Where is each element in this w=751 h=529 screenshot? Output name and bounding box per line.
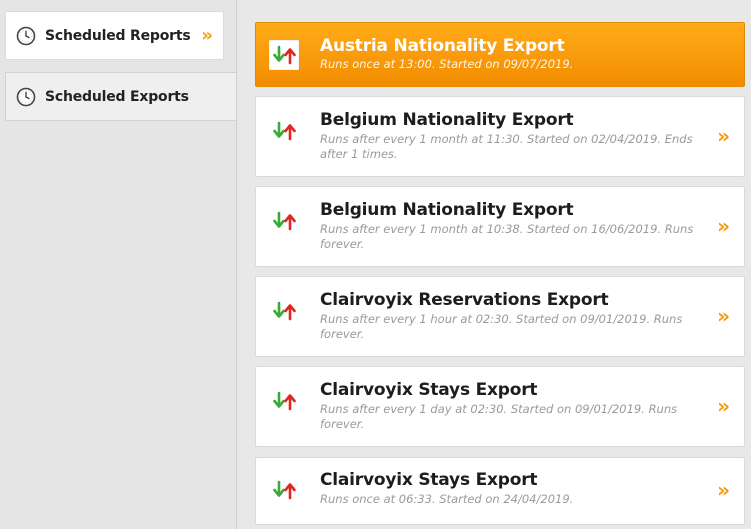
sort-arrows-icon	[273, 121, 296, 141]
chevron-right-icon: »	[717, 214, 730, 238]
export-item[interactable]: Belgium Nationality Export Runs after ev…	[255, 96, 745, 177]
export-description: Runs once at 06:33. Started on 24/04/201…	[320, 492, 574, 506]
export-item[interactable]: Clairvoyix Stays Export Runs once at 06:…	[255, 457, 745, 525]
clock-icon	[16, 26, 36, 45]
export-title: Clairvoyix Stays Export	[320, 380, 538, 400]
export-item[interactable]: Clairvoyix Reservations Export Runs afte…	[255, 276, 745, 357]
export-title: Clairvoyix Reservations Export	[320, 290, 609, 310]
chevron-right-icon: »	[717, 394, 730, 418]
export-description: Runs after every 1 month at 11:30. Start…	[320, 132, 693, 161]
chevron-right-icon: »	[717, 124, 730, 148]
export-item[interactable]: Austria Nationality Export Runs once at …	[255, 22, 745, 87]
sort-arrows-icon	[269, 40, 299, 70]
sidebar-item-scheduled-reports[interactable]: Scheduled Reports »	[5, 11, 224, 60]
export-description: Runs after every 1 hour at 02:30. Starte…	[320, 312, 683, 341]
export-title: Belgium Nationality Export	[320, 110, 574, 130]
sidebar-item-scheduled-exports[interactable]: Scheduled Exports	[5, 72, 236, 121]
export-item[interactable]: Belgium Nationality Export Runs after ev…	[255, 186, 745, 267]
sort-arrows-icon	[273, 211, 296, 231]
export-title: Clairvoyix Stays Export	[320, 470, 538, 490]
exports-list: Austria Nationality Export Runs once at …	[237, 0, 751, 529]
sort-arrows-icon	[273, 480, 296, 500]
chevron-right-icon: »	[201, 25, 213, 46]
sidebar: Scheduled Reports » Scheduled Exports	[0, 0, 237, 529]
sidebar-item-label: Scheduled Exports	[45, 88, 189, 105]
chevron-right-icon: »	[717, 304, 730, 328]
clock-icon	[16, 87, 36, 106]
export-description: Runs after every 1 month at 10:38. Start…	[320, 222, 694, 251]
export-item[interactable]: Clairvoyix Stays Export Runs after every…	[255, 366, 745, 447]
export-title: Belgium Nationality Export	[320, 200, 574, 220]
export-description: Runs once at 13:00. Started on 09/07/201…	[320, 57, 574, 71]
chevron-right-icon: »	[717, 478, 730, 502]
sidebar-item-label: Scheduled Reports	[45, 27, 191, 44]
sort-arrows-icon	[273, 391, 296, 411]
export-title: Austria Nationality Export	[320, 36, 565, 56]
sort-arrows-icon	[273, 301, 296, 321]
export-description: Runs after every 1 day at 02:30. Started…	[320, 402, 678, 431]
